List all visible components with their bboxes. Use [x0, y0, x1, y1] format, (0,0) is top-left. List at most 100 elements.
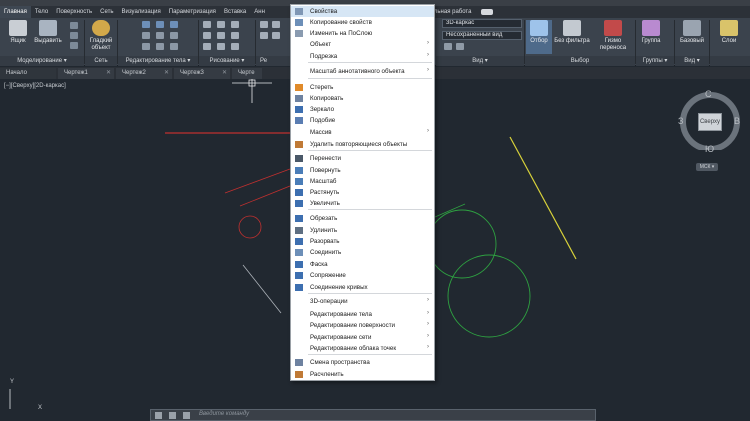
context-menu-item[interactable]: Копирование свойств	[291, 17, 434, 28]
context-menu-item[interactable]: Соединить	[291, 247, 434, 258]
context-menu-item[interactable]: Разорвать	[291, 236, 434, 247]
context-menu-item[interactable]: Повернуть	[291, 165, 434, 176]
context-menu-item[interactable]: Массив ›	[291, 127, 434, 138]
tab-mesh[interactable]: Сеть	[96, 6, 117, 18]
command-line[interactable]: Введите команду	[150, 409, 596, 421]
layers-button[interactable]: Слои	[714, 20, 744, 54]
context-menu-item[interactable]: Масштаб аннотативного объекта ›	[291, 66, 434, 77]
compass-east[interactable]: В	[734, 116, 740, 126]
context-menu-item[interactable]: Подобие	[291, 115, 434, 126]
subtract-icon[interactable]	[156, 21, 164, 28]
context-menu-item[interactable]: Увеличить	[291, 198, 434, 209]
move-tool-icon[interactable]	[260, 21, 268, 28]
polygon-icon[interactable]	[203, 43, 211, 50]
revolve-icon[interactable]	[70, 32, 78, 39]
union-icon[interactable]	[142, 21, 150, 28]
rectangle-icon[interactable]	[217, 32, 225, 39]
context-menu-item[interactable]: Растянуть	[291, 187, 434, 198]
context-menu-item[interactable]: Перенести	[291, 153, 434, 164]
base-view-panel-title[interactable]: Вид ▾	[675, 56, 709, 66]
tab-visualize[interactable]: Визуализация	[117, 6, 164, 18]
thicken-icon[interactable]	[156, 32, 164, 39]
shell-icon[interactable]	[156, 43, 164, 50]
context-menu-item[interactable]: Редактирование сети ›	[291, 332, 434, 343]
loft-icon[interactable]	[70, 42, 78, 49]
move-gizmo-button[interactable]: Гизмо переноса	[593, 20, 633, 54]
tab-parametric[interactable]: Параметризация	[165, 6, 220, 18]
doc-tab-drawing4[interactable]: Черте	[232, 68, 262, 79]
compass-north[interactable]: С	[705, 89, 712, 99]
tab-home[interactable]: Главная	[0, 6, 31, 18]
smooth-object-button[interactable]: Гладкий объект	[86, 20, 116, 54]
groups-panel-title[interactable]: Группы ▾	[636, 56, 674, 66]
rotate-tool-icon[interactable]	[272, 21, 280, 28]
wrench-icon[interactable]	[169, 412, 176, 419]
context-menu-item[interactable]: Изменить на ПоСлою	[291, 28, 434, 39]
green-line[interactable]	[434, 203, 466, 218]
doc-tab-drawing3[interactable]: Чертеж3 ✕	[174, 68, 230, 79]
context-menu-item[interactable]: 3D-операции ›	[291, 296, 434, 307]
context-menu-item[interactable]: Стереть	[291, 82, 434, 93]
close-icon[interactable]	[155, 412, 162, 419]
context-menu-item[interactable]: Смена пространства	[291, 357, 434, 368]
close-icon[interactable]: ✕	[106, 68, 111, 79]
view-cube-face[interactable]: Сверху	[698, 113, 722, 131]
context-menu-item[interactable]: Подрезка ›	[291, 51, 434, 62]
green-circle[interactable]	[447, 254, 531, 338]
polyline-icon[interactable]	[217, 21, 225, 28]
intersect-icon[interactable]	[170, 21, 178, 28]
context-menu-item[interactable]: Свойства	[291, 6, 434, 17]
close-icon[interactable]: ✕	[222, 68, 227, 79]
line-icon[interactable]	[203, 21, 211, 28]
command-input[interactable]: Введите команду	[199, 411, 249, 417]
view-panel-title[interactable]: Вид ▾	[436, 56, 524, 66]
viewport-icon[interactable]	[456, 43, 464, 50]
context-menu-item[interactable]: Масштаб	[291, 176, 434, 187]
saved-view-combo[interactable]: Несохраненный вид	[442, 31, 522, 40]
compass-west[interactable]: З	[678, 116, 683, 126]
arc-icon[interactable]	[231, 21, 239, 28]
context-menu-item[interactable]: Редактирование поверхности ›	[291, 320, 434, 331]
context-menu-item[interactable]: Редактирование тела ›	[291, 309, 434, 320]
doc-tab-start[interactable]: Начало	[0, 68, 56, 79]
wcs-menu[interactable]: МСК ▾	[696, 163, 718, 171]
spline-icon[interactable]	[231, 32, 239, 39]
context-menu-item[interactable]: Обрезать	[291, 213, 434, 224]
circle-icon[interactable]	[203, 32, 211, 39]
modify-panel-title[interactable]: Ре	[256, 56, 290, 66]
culling-button[interactable]: Отбор	[526, 20, 552, 54]
context-menu-item[interactable]: Удлинить	[291, 225, 434, 236]
green-circle[interactable]	[427, 209, 497, 279]
no-filter-button[interactable]: Без фильтра	[553, 20, 591, 54]
context-menu-item[interactable]: Зеркало	[291, 104, 434, 115]
red-circle[interactable]	[238, 215, 262, 239]
context-menu-item[interactable]: Объект ›	[291, 39, 434, 50]
context-menu-item[interactable]: Редактирование облака точек ›	[291, 343, 434, 354]
yellow-line[interactable]	[509, 136, 577, 260]
visual-style-combo[interactable]: 3D-каркас	[442, 19, 522, 28]
compass-south[interactable]: Ю	[705, 144, 714, 154]
imprint-icon[interactable]	[170, 32, 178, 39]
ribbon-toggle-icon[interactable]	[481, 9, 494, 15]
close-icon[interactable]: ✕	[164, 68, 169, 79]
command-history-icon[interactable]	[183, 412, 190, 419]
box-button[interactable]: Ящик	[3, 20, 33, 54]
ellipse-icon[interactable]	[217, 43, 225, 50]
modeling-panel-title[interactable]: Моделирование ▾	[0, 56, 84, 66]
tab-insert[interactable]: Вставка	[220, 6, 250, 18]
hatch-icon[interactable]	[231, 43, 239, 50]
copy-tool-icon[interactable]	[260, 32, 268, 39]
base-view-button[interactable]: Базовый	[677, 20, 707, 54]
view-cube[interactable]: С Ю З В Сверху	[678, 89, 740, 154]
red-line[interactable]	[224, 168, 291, 194]
tab-solid[interactable]: Тело	[31, 6, 52, 18]
context-menu-item[interactable]: Расчленить	[291, 369, 434, 380]
context-menu-item[interactable]: Фаска	[291, 259, 434, 270]
mirror-tool-icon[interactable]	[272, 32, 280, 39]
layers-panel-title[interactable]	[710, 56, 750, 66]
group-button[interactable]: Группа	[637, 20, 665, 54]
separate-icon[interactable]	[170, 43, 178, 50]
context-menu-item[interactable]: Сопряжение	[291, 270, 434, 281]
draw-panel-title[interactable]: Рисование ▾	[199, 56, 255, 66]
presspull-icon[interactable]	[70, 22, 78, 29]
